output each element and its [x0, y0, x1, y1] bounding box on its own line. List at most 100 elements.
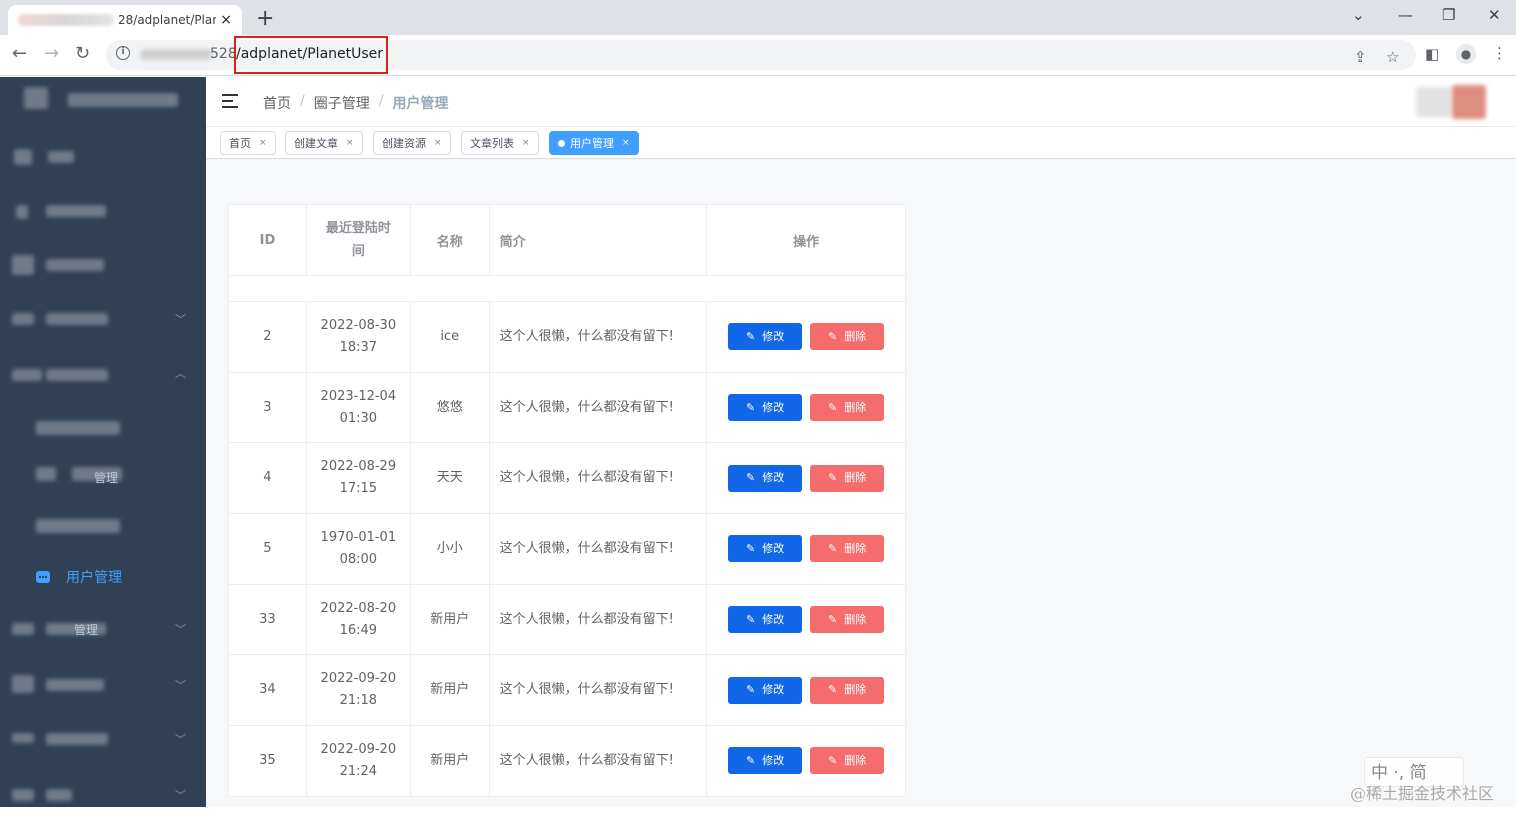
navbar: 首页 / 圈子管理 / 用户管理 [206, 77, 1516, 127]
edit-button[interactable]: ✎ 修改 [728, 535, 803, 563]
reload-icon[interactable]: ↻ [75, 43, 90, 64]
header-intro[interactable]: 简介 [488, 204, 708, 276]
minimize-icon[interactable]: — [1398, 6, 1413, 24]
sidebar-submenu-4[interactable]: ﹀ [0, 291, 206, 347]
main-content: ID 最近登陆时间 名称 简介 操作 2 2022-08-30 18:37 ice 这… [206, 160, 1516, 807]
sidebar: ﹀ ︿ 管理 用户管理 管理 ﹀ ﹀ ﹀ ﹀ [0, 77, 206, 807]
sidebar-item-1[interactable] [0, 129, 206, 185]
profile-avatar-icon[interactable]: ● [1456, 44, 1476, 64]
restore-icon[interactable]: ❐ [1442, 6, 1455, 24]
delete-button[interactable]: ✎ 删除 [810, 676, 885, 704]
url-host-blurred [140, 49, 212, 60]
delete-button[interactable]: ✎ 删除 [810, 394, 885, 422]
cell-id: 4 [228, 442, 307, 515]
edit-icon: ✎ [828, 541, 838, 555]
window-close-icon[interactable]: ✕ [1488, 6, 1501, 24]
sidebar-submenu-7[interactable]: ﹀ [0, 657, 206, 713]
header-actions: 操作 [706, 204, 906, 276]
edit-button[interactable]: ✎ 修改 [728, 323, 803, 351]
close-icon[interactable]: × [346, 138, 354, 148]
header-name[interactable]: 名称 [409, 204, 490, 276]
table-row: 3 2023-12-04 01:30 悠悠 这个人很懒，什么都没有留下! ✎ 修改 ✎ 删除 [228, 371, 906, 444]
chevron-down-icon: ﹀ [175, 679, 186, 692]
cell-last-login: 2023-12-04 01:30 [305, 371, 411, 444]
sidebar-item-2[interactable] [0, 183, 206, 239]
cell-intro: 这个人很懒，什么都没有留下! [488, 301, 708, 373]
edit-icon: ✎ [746, 471, 756, 485]
edit-button[interactable]: ✎ 修改 [728, 676, 803, 704]
tab-close-icon[interactable]: × [220, 12, 232, 28]
tag-create-article[interactable]: 创建文章 × [285, 131, 363, 155]
edit-icon: ✎ [746, 329, 756, 343]
cell-id: 35 [228, 725, 307, 797]
sidebar-submenu-5-open[interactable]: ︿ [0, 347, 206, 403]
tab-search-chevron-icon[interactable]: ⌄ [1352, 6, 1365, 24]
user-avatar[interactable] [1416, 83, 1488, 121]
sidebar-subitem-2-label: 管理 [94, 471, 119, 485]
close-icon[interactable]: × [522, 138, 530, 148]
breadcrumb-circle-management[interactable]: 圈子管理 [314, 93, 370, 113]
sidebar-item-label: 用户管理 [66, 570, 122, 586]
cell-id: 2 [228, 301, 307, 373]
cell-intro: 这个人很懒，什么都没有留下! [488, 725, 708, 797]
header-id[interactable]: ID [228, 204, 307, 276]
sidebar-submenu-6[interactable]: 管理 ﹀ [0, 601, 206, 657]
share-icon[interactable]: ⇪ [1354, 48, 1367, 66]
close-icon[interactable]: × [622, 138, 630, 148]
tag-home[interactable]: 首页 × [220, 131, 276, 155]
table-row: 4 2022-08-29 17:15 天天 这个人很懒，什么都没有留下! ✎ 修改 ✎ 删除 [228, 442, 906, 515]
message-icon [36, 571, 50, 583]
breadcrumb: 首页 / 圈子管理 / 用户管理 [263, 93, 449, 113]
cell-actions: ✎ 修改 ✎ 删除 [706, 654, 906, 727]
watermark-text: @稀土掘金技术社区 [1350, 784, 1495, 803]
tags-view: 首页 × 创建文章 × 创建资源 × 文章列表 × 用户管理 × [206, 127, 1516, 159]
sidebar-item-user-management[interactable]: 用户管理 [36, 567, 122, 587]
tag-article-list[interactable]: 文章列表 × [461, 131, 539, 155]
chevron-up-icon: ︿ [175, 367, 186, 380]
delete-button[interactable]: ✎ 删除 [810, 323, 885, 351]
close-icon[interactable]: × [259, 138, 267, 148]
side-panel-icon[interactable]: ◧ [1425, 45, 1439, 63]
delete-button[interactable]: ✎ 删除 [810, 606, 885, 634]
sidebar-submenu-9[interactable]: ﹀ [0, 767, 206, 823]
sidebar-logo[interactable] [20, 85, 178, 111]
header-last-login[interactable]: 最近登陆时间 [305, 204, 411, 276]
site-info-icon[interactable]: i [116, 46, 130, 60]
delete-button[interactable]: ✎ 删除 [810, 747, 885, 775]
edit-icon: ✎ [746, 541, 756, 555]
sidebar-submenu-8[interactable]: ﹀ [0, 711, 206, 767]
edit-icon: ✎ [746, 683, 756, 697]
edit-button[interactable]: ✎ 修改 [728, 606, 803, 634]
url-path: /adplanet/PlanetUser [236, 46, 384, 62]
cell-intro: 这个人很懒，什么都没有留下! [488, 654, 708, 727]
sidebar-subitem-2[interactable]: 管理 [0, 453, 206, 509]
edit-button[interactable]: ✎ 修改 [728, 747, 803, 775]
delete-button[interactable]: ✎ 删除 [810, 535, 885, 563]
chevron-down-icon: ﹀ [175, 789, 186, 802]
new-tab-button[interactable]: + [256, 6, 274, 31]
table-row: 34 2022-09-20 21:18 新用户 这个人很懒，什么都没有留下! ✎ 修改 ✎ 删… [228, 654, 906, 727]
cell-name: ice [409, 301, 490, 373]
sidebar-item-3[interactable] [0, 237, 206, 293]
edit-button[interactable]: ✎ 修改 [728, 394, 803, 422]
sidebar-subitem-3[interactable] [0, 503, 206, 559]
browser-tab[interactable]: 28/adplanet/Plan × [8, 5, 242, 35]
tag-create-resource[interactable]: 创建资源 × [373, 131, 451, 155]
forward-arrow-icon[interactable]: → [44, 43, 59, 64]
cell-id: 5 [228, 513, 307, 585]
browser-toolbar: ← → ↻ i 528 ⇪ ☆ /adplanet/PlanetUser ◧ ●… [0, 35, 1516, 76]
browser-tab-strip: 28/adplanet/Plan × + ⌄ — ❐ ✕ [0, 0, 1516, 35]
hamburger-icon[interactable] [222, 94, 238, 108]
back-arrow-icon[interactable]: ← [12, 43, 27, 64]
close-icon[interactable]: × [434, 138, 442, 148]
delete-button[interactable]: ✎ 删除 [810, 464, 885, 492]
sidebar-subitem-1[interactable] [0, 403, 206, 459]
bookmark-star-icon[interactable]: ☆ [1386, 48, 1399, 66]
tag-user-management[interactable]: 用户管理 × [549, 131, 639, 155]
edit-button[interactable]: ✎ 修改 [728, 464, 803, 492]
cell-name: 小小 [409, 513, 490, 585]
breadcrumb-home[interactable]: 首页 [263, 93, 291, 113]
browser-menu-icon[interactable]: ⋮ [1492, 44, 1507, 62]
active-dot-icon [558, 139, 565, 147]
cell-id: 34 [228, 654, 307, 727]
